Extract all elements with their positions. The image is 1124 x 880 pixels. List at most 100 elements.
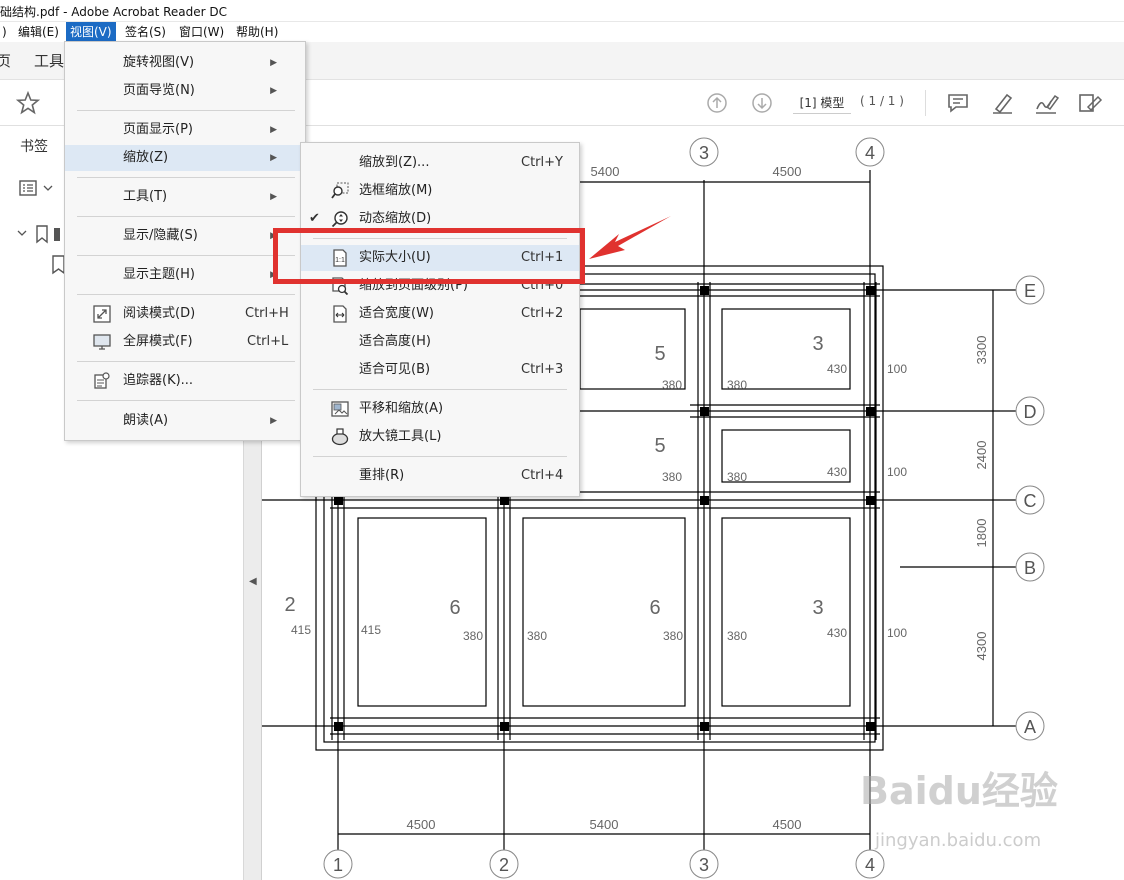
submenu-arrow-icon: ▶ (270, 125, 277, 135)
dim-label: 380 (727, 470, 747, 484)
dim-right: 3300 (974, 336, 989, 365)
dim-right: 4300 (974, 632, 989, 661)
fill-sign-icon[interactable] (1077, 91, 1103, 115)
menu-file[interactable]: ) (0, 22, 11, 42)
submenu-arrow-icon: ▶ (270, 192, 277, 202)
menu-item-read-aloud[interactable]: 朗读(A) ▶ (65, 408, 305, 434)
dim-label: 380 (527, 629, 547, 643)
bookmarks-title: 书签 (20, 139, 48, 155)
dim-top: 4500 (773, 164, 802, 179)
bookmark-tree-root[interactable] (16, 224, 60, 244)
menu-item-fit-visible[interactable]: 适合可见(B) Ctrl+3 (301, 357, 579, 383)
dim-label: 415 (361, 623, 381, 637)
dim-label: 380 (663, 629, 683, 643)
baidu-watermark: Baidu经验 (860, 769, 1058, 813)
collapse-arrow-icon[interactable]: ◀ (249, 576, 257, 587)
axis-label-right: E (1024, 281, 1036, 301)
page-number-input[interactable]: [1] 模型 (793, 94, 851, 114)
menu-item-tracker[interactable]: 追踪器(K)... (65, 368, 305, 394)
axis-label-bottom: 4 (865, 855, 875, 875)
menu-item-fullscreen[interactable]: 全屏模式(F) Ctrl+L (65, 329, 305, 355)
menu-item-page-display[interactable]: 页面显示(P) ▶ (65, 117, 305, 143)
axis-label-right: D (1024, 402, 1037, 422)
menu-separator (77, 400, 295, 401)
menu-item-tools[interactable]: 工具(T) ▶ (65, 184, 305, 210)
dim-label: 380 (727, 629, 747, 643)
star-icon[interactable] (16, 91, 40, 115)
fullscreen-icon (93, 334, 111, 350)
menu-item-display-theme[interactable]: 显示主题(H) ▶ (65, 262, 305, 288)
marquee-zoom-icon (331, 182, 349, 199)
axis-label-right: A (1024, 717, 1036, 737)
bookmark-options-icon[interactable] (18, 178, 58, 198)
menu-item-reading-mode[interactable]: 阅读模式(D) Ctrl+H (65, 301, 305, 327)
menu-item-fit-height[interactable]: 适合高度(H) (301, 329, 579, 355)
menu-window[interactable]: 窗口(W) (175, 22, 228, 42)
menu-item-rotate-view[interactable]: 旋转视图(V) ▶ (65, 50, 305, 76)
menu-view[interactable]: 视图(V) (66, 22, 116, 42)
dim-label: 380 (727, 378, 747, 392)
submenu-arrow-icon: ▶ (270, 86, 277, 96)
pan-zoom-icon (331, 401, 349, 417)
tab-home[interactable]: 页 (0, 50, 11, 71)
menu-separator (77, 216, 295, 217)
highlight-icon[interactable] (990, 91, 1016, 115)
menu-edit[interactable]: 编辑(E) (14, 22, 63, 42)
dim-label: 415 (291, 623, 311, 637)
menu-separator (77, 177, 295, 178)
menu-item-page-navigation[interactable]: 页面导览(N) ▶ (65, 78, 305, 104)
pad-label: 5 (654, 343, 665, 365)
axis-label-bottom: 3 (699, 855, 709, 875)
comment-icon[interactable] (946, 91, 970, 115)
dynamic-zoom-icon (331, 211, 348, 228)
dim-bottom: 5400 (590, 817, 619, 832)
dim-label: 430 (827, 362, 847, 376)
pad-label: 6 (649, 597, 660, 619)
dim-label: 430 (827, 465, 847, 479)
menu-separator (77, 361, 295, 362)
sign-icon[interactable] (1033, 91, 1059, 115)
pad-label: 3 (812, 333, 823, 355)
menu-separator (77, 110, 295, 111)
menu-item-show-hide[interactable]: 显示/隐藏(S) ▶ (65, 223, 305, 249)
annotation-arrow-icon (589, 216, 671, 259)
axis-label-bottom: 1 (333, 855, 343, 875)
tab-tools[interactable]: 工具 (34, 50, 64, 71)
loupe-icon (331, 428, 349, 446)
dim-label: 100 (887, 362, 907, 376)
submenu-arrow-icon: ▶ (270, 58, 277, 68)
dim-right: 1800 (974, 519, 989, 548)
fit-width-icon (333, 305, 347, 323)
page-up-icon[interactable] (706, 92, 728, 114)
menu-item-zoom[interactable]: 缩放(Z) ▶ (65, 145, 305, 171)
axis-label-top: 4 (865, 143, 875, 163)
reading-mode-icon (93, 305, 111, 323)
pad-label: 6 (449, 597, 460, 619)
menu-item-fit-width[interactable]: 适合宽度(W) Ctrl+2 (301, 301, 579, 327)
axis-label-right: C (1024, 491, 1037, 511)
menu-item-zoom-to[interactable]: 缩放到(Z)... Ctrl+Y (301, 150, 579, 176)
zoom-submenu: 缩放到(Z)... Ctrl+Y 选框缩放(M) ✔ 动态缩放(D) 1:1 实… (300, 142, 580, 497)
menu-help[interactable]: 帮助(H) (232, 22, 282, 42)
dim-label: 100 (887, 626, 907, 640)
menu-bar: ) 编辑(E) 视图(V) 签名(S) 窗口(W) 帮助(H) (0, 22, 1124, 42)
menu-sign[interactable]: 签名(S) (121, 22, 170, 42)
menu-separator (77, 255, 295, 256)
axis-label-bottom: 2 (499, 855, 509, 875)
dim-right: 2400 (974, 441, 989, 470)
page-down-icon[interactable] (751, 92, 773, 114)
toolbar-divider (925, 90, 926, 116)
menu-separator (313, 456, 567, 457)
menu-item-loupe[interactable]: 放大镜工具(L) (301, 424, 579, 450)
baidu-watermark-url: jingyan.baidu.com (875, 830, 1042, 851)
menu-separator (313, 389, 567, 390)
menu-item-marquee-zoom[interactable]: 选框缩放(M) (301, 178, 579, 204)
dim-label: 380 (662, 378, 682, 392)
submenu-arrow-icon: ▶ (270, 416, 277, 426)
pad-label: 3 (812, 597, 823, 619)
menu-item-reflow[interactable]: 重排(R) Ctrl+4 (301, 463, 579, 489)
pad-label: 2 (284, 594, 295, 616)
window-title: 础结构.pdf - Adobe Acrobat Reader DC (0, 5, 228, 19)
dim-bottom: 4500 (407, 817, 436, 832)
menu-item-pan-zoom[interactable]: 平移和缩放(A) (301, 396, 579, 422)
